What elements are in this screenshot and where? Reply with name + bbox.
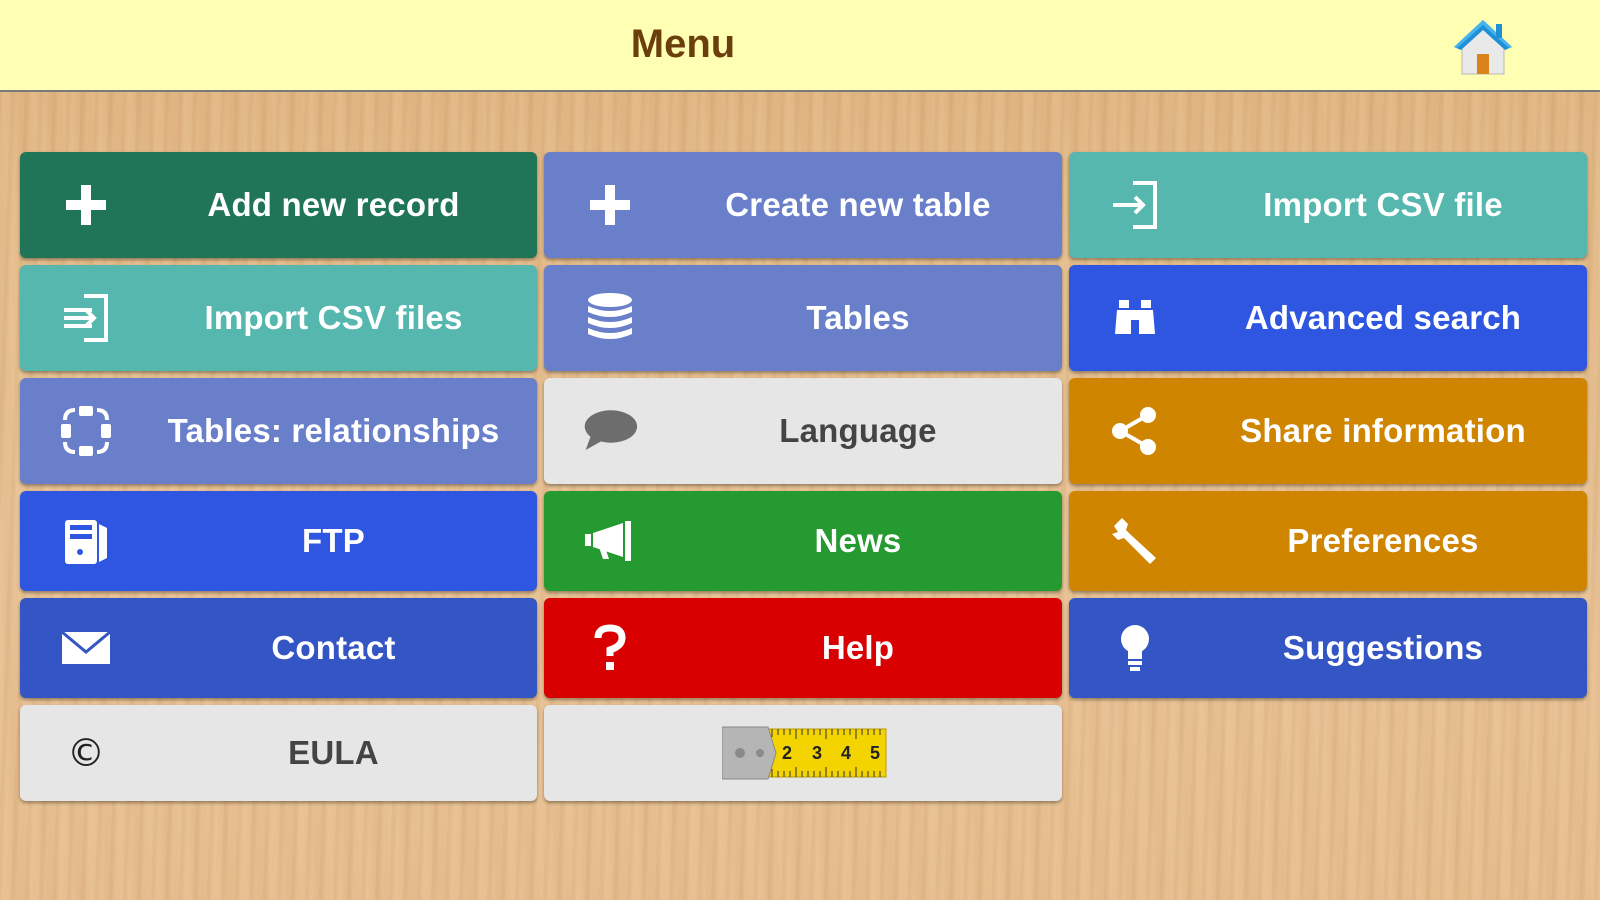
megaphone-icon [582,513,638,569]
home-button[interactable] [1452,16,1514,78]
import-multiple-icon [58,290,114,346]
tables-button[interactable]: Tables [544,265,1062,371]
help-label: Help [821,629,895,666]
share-information-label: Share information [1240,412,1526,449]
contact-button[interactable]: Contact [20,598,537,698]
tape-measure-icon: 2 3 4 5 [721,725,888,781]
import-csv-file-label: Import CSV file [1263,186,1503,223]
tape-number: 3 [812,743,822,763]
suggestions-button[interactable]: Suggestions [1069,598,1587,698]
share-icon [1107,403,1163,459]
import-csv-file-button[interactable]: Import CSV file [1069,152,1587,258]
lightbulb-icon [1107,620,1163,676]
add-new-record-button[interactable]: Add new record [20,152,537,258]
ftp-label: FTP [302,522,365,559]
advanced-search-button[interactable]: Advanced search [1069,265,1587,371]
advanced-search-label: Advanced search [1244,299,1522,336]
wrench-icon [1107,513,1163,569]
import-csv-files-label: Import CSV files [204,299,463,336]
plus-icon [58,177,114,233]
tables-label: Tables [806,299,910,336]
share-information-button[interactable]: Share information [1069,378,1587,484]
tables-relationships-label: Tables: relationships [167,412,500,449]
tape-number: 4 [841,743,851,763]
tape-number: 2 [782,743,792,763]
preferences-button[interactable]: Preferences [1069,491,1587,591]
question-icon [582,620,638,676]
copyright-icon: © [58,725,114,781]
language-label: Language [779,412,937,449]
envelope-icon [58,620,114,676]
server-icon [58,513,114,569]
database-icon [582,290,638,346]
news-label: News [814,522,902,559]
measure-button[interactable]: 2 3 4 5 [544,705,1062,801]
create-new-table-label: Create new table [725,186,991,223]
home-icon [1454,20,1512,75]
import-csv-files-button[interactable]: Import CSV files [20,265,537,371]
suggestions-label: Suggestions [1282,629,1484,666]
eula-button[interactable]: © EULA [20,705,537,801]
binoculars-icon [1107,290,1163,346]
language-button[interactable]: Language [544,378,1062,484]
copyright-glyph: © [67,731,105,775]
speech-bubble-icon [582,403,638,459]
plus-icon [582,177,638,233]
import-icon [1107,177,1163,233]
contact-label: Contact [271,629,396,666]
tape-number: 5 [870,743,880,763]
relationship-icon [58,403,114,459]
help-button[interactable]: Help [544,598,1062,698]
page-title: Menu [630,22,736,66]
news-button[interactable]: News [544,491,1062,591]
top-bar: Menu [0,0,1600,92]
add-new-record-label: Add new record [207,186,460,223]
ftp-button[interactable]: FTP [20,491,537,591]
eula-label: EULA [288,734,379,771]
tables-relationships-button[interactable]: Tables: relationships [20,378,537,484]
preferences-label: Preferences [1287,522,1479,559]
create-new-table-button[interactable]: Create new table [544,152,1062,258]
